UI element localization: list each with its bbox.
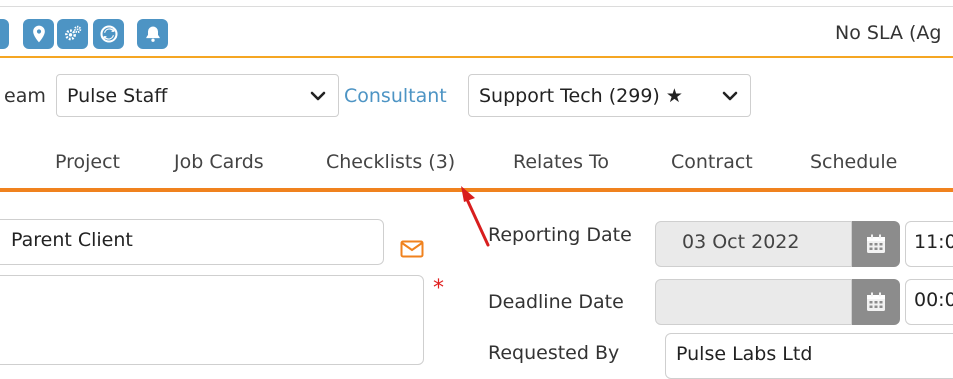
requested-by-label: Requested By [488,342,620,364]
consultant-select[interactable]: Support Tech (299) ★ [468,74,751,117]
requested-by-value: Pulse Labs Ltd [676,343,813,365]
consultant-label: Consultant [344,85,447,107]
refresh-button[interactable] [93,19,124,49]
sla-status: No SLA (Ag [835,22,942,44]
map-pin-icon [32,25,45,43]
consultant-select-value: Support Tech (299) ★ [479,84,683,107]
tab-project[interactable]: Project [55,151,120,173]
reporting-date-label: Reporting Date [488,224,632,246]
notifications-button[interactable] [137,19,168,49]
refresh-icon [99,25,118,43]
parent-client-input[interactable]: Parent Client [0,219,384,265]
envelope-icon[interactable] [400,240,424,258]
required-marker: * [433,276,444,301]
deadline-time-value: 00:0 [914,289,953,311]
tab-contract[interactable]: Contract [671,151,753,173]
calendar-icon [867,292,885,311]
reporting-date-input[interactable]: 03 Oct 2022 [655,221,852,267]
chevron-down-icon [722,91,738,100]
team-select[interactable]: Pulse Staff [56,74,339,117]
chevron-down-icon [310,91,326,100]
calendar-icon [867,234,885,253]
deadline-date-label: Deadline Date [488,291,624,313]
team-select-value: Pulse Staff [67,84,168,107]
top-border [0,6,953,7]
header-divider [0,56,953,58]
settings-button[interactable] [57,19,88,49]
tab-schedule[interactable]: Schedule [810,151,897,173]
partial-icon-button[interactable] [0,19,9,49]
location-button[interactable] [23,19,54,49]
tab-checklists[interactable]: Checklists (3) [326,151,455,173]
tab-relates-to[interactable]: Relates To [513,151,609,173]
parent-client-value: Parent Client [11,229,133,251]
reporting-date-calendar-button[interactable] [852,221,900,267]
reporting-time-input[interactable]: 11:0 [905,221,953,267]
cogs-icon [64,25,81,41]
deadline-time-input[interactable]: 00:0 [905,279,953,325]
description-textarea[interactable] [0,275,424,365]
reporting-time-value: 11:0 [914,231,953,253]
bell-icon [145,26,160,42]
tab-job-cards[interactable]: Job Cards [174,151,264,173]
team-label: eam [4,85,46,107]
requested-by-input[interactable]: Pulse Labs Ltd [665,333,953,379]
reporting-date-value: 03 Oct 2022 [682,231,800,253]
deadline-date-input[interactable] [655,279,852,325]
deadline-date-calendar-button[interactable] [852,279,900,325]
